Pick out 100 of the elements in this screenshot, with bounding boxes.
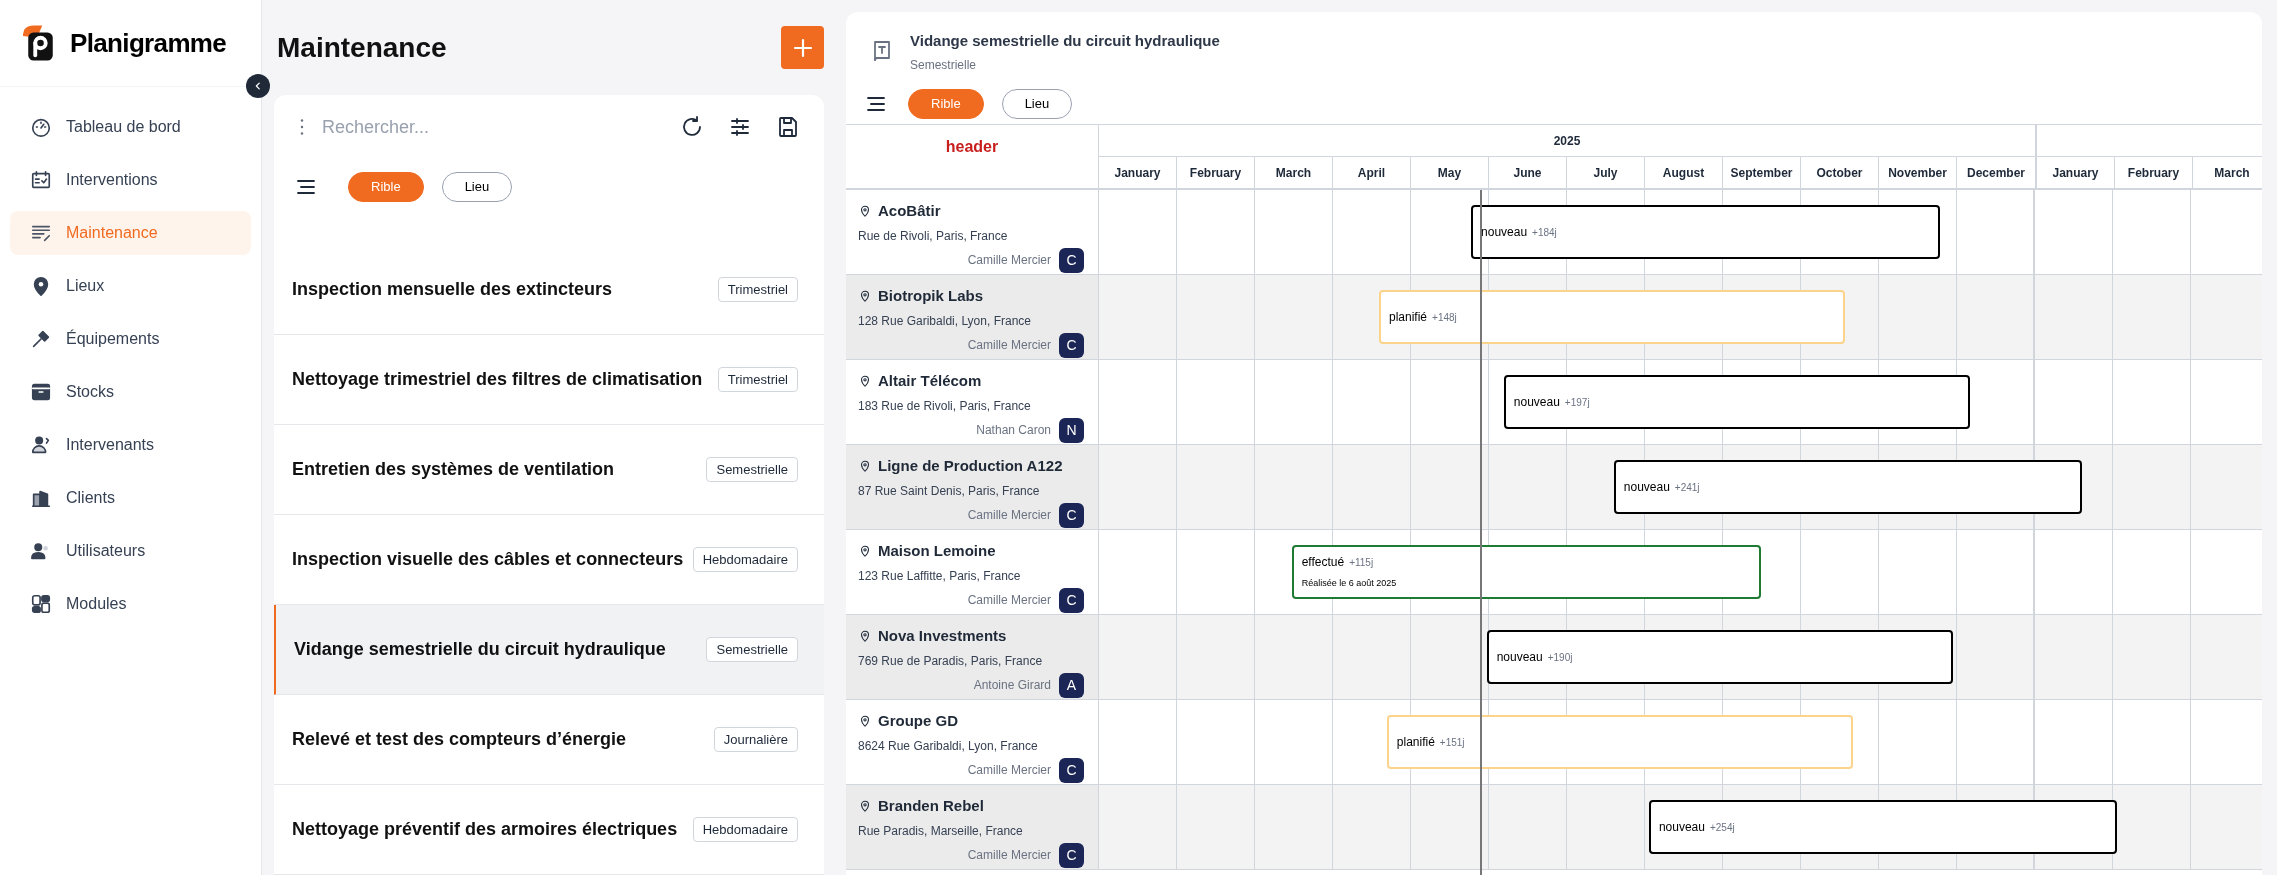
schedule-bar[interactable]: planifié +151j <box>1386 715 1854 769</box>
assignee-name: Camille Mercier <box>967 762 1051 779</box>
schedule-bar[interactable]: effectué +115j Réalisée le 6 août 2025 <box>1291 545 1762 599</box>
location-pin-icon <box>858 374 872 389</box>
month-label: December <box>1967 164 2025 182</box>
nav-item[interactable]: Utilisateurs <box>10 529 251 573</box>
month-label: April <box>1357 164 1386 182</box>
frequency-tag: Semestrielle <box>706 456 798 483</box>
plan-frequency: Semestrielle <box>910 56 978 74</box>
group-chip[interactable]: Lieu <box>1001 89 1073 119</box>
assignee-name: Camille Mercier <box>967 847 1051 864</box>
add-button[interactable] <box>781 26 824 69</box>
month-label: September <box>1730 164 1793 182</box>
nav-item[interactable]: Intervenants <box>10 423 251 467</box>
site-name: Altair Télécom <box>878 371 982 391</box>
location-pin-icon <box>858 289 872 304</box>
site-name: Nova Investments <box>878 626 1007 646</box>
assignee-avatar: C <box>1059 587 1084 613</box>
nav-item[interactable]: Clients <box>10 476 251 520</box>
nav-item[interactable]: Tableau de bord <box>10 105 251 149</box>
location-pin-icon <box>858 204 872 219</box>
month-label: June <box>1513 164 1542 182</box>
site-name: Biotropik Labs <box>878 286 983 306</box>
assignee-avatar: C <box>1059 332 1084 358</box>
nav-item[interactable]: Lieux <box>10 264 251 308</box>
group-chip[interactable]: Lieu <box>441 172 513 202</box>
sliders-icon <box>728 115 752 139</box>
schedule-bar[interactable]: nouveau +190j <box>1486 630 1954 684</box>
site-address: Rue Paradis, Marseille, France <box>858 822 1024 840</box>
assignee-avatar: C <box>1059 757 1084 783</box>
nav-item[interactable]: Modules <box>10 582 251 626</box>
frequency-tag: Trimestriel <box>717 366 798 393</box>
schedule-bar[interactable]: nouveau +254j <box>1648 800 2117 854</box>
location-pin-icon <box>858 629 872 644</box>
collapse-button[interactable] <box>246 74 270 98</box>
assignee-avatar: N <box>1059 417 1084 443</box>
delay-label: +254j <box>1709 821 1735 835</box>
month-label: January <box>1114 164 1161 182</box>
status-label: effectué <box>1301 554 1345 572</box>
month-label: August <box>1662 164 1705 182</box>
chevron-left-icon <box>253 81 263 91</box>
page-title: Maintenance <box>276 30 447 65</box>
assignee-avatar: C <box>1059 502 1084 528</box>
plan-item[interactable]: Nettoyage trimestriel des filtres de climatisation Trimestriel <box>274 335 824 425</box>
site-address: 8624 Rue Garibaldi, Lyon, France <box>858 737 1039 755</box>
assignee-name: Antoine Girard <box>973 677 1051 694</box>
status-label: nouveau <box>1623 479 1670 496</box>
delay-label: +184j <box>1532 226 1557 240</box>
location-pin-icon <box>858 714 872 729</box>
site-address: 128 Rue Garibaldi, Lyon, France <box>858 312 1032 330</box>
frequency-tag: Journalière <box>713 726 798 753</box>
assignee-avatar: A <box>1059 672 1084 698</box>
plan-title: Inspection visuelle des câbles et connecteurs <box>292 548 684 571</box>
calendar-check-icon <box>30 169 52 191</box>
schedule-bar[interactable]: nouveau +197j <box>1503 375 1971 429</box>
status-label: nouveau <box>1481 224 1528 241</box>
plan-item[interactable]: Relevé et test des compteurs d’énergie Journalière <box>274 695 824 785</box>
assignee-name: Nathan Caron <box>976 422 1051 439</box>
month-label: March <box>1275 164 1312 182</box>
status-label: planifié <box>1389 309 1428 326</box>
save-icon <box>776 115 800 139</box>
plan-item[interactable]: Inspection mensuelle des extincteurs Trimestriel <box>274 245 824 335</box>
assignee-avatar: C <box>1059 842 1084 868</box>
status-label: planifié <box>1396 734 1435 751</box>
site-address: 183 Rue de Rivoli, Paris, France <box>858 397 1032 415</box>
nav-item[interactable]: Équipements <box>10 317 251 361</box>
location-pin-icon <box>858 799 872 814</box>
nav-item[interactable]: Stocks <box>10 370 251 414</box>
search-field[interactable]: Rechercher... <box>322 113 668 141</box>
delay-label: +151j <box>1439 736 1465 750</box>
schedule-bar[interactable]: nouveau +184j <box>1471 205 1940 259</box>
site-address: 87 Rue Saint Denis, Paris, France <box>858 482 1041 500</box>
gauge-icon <box>30 116 52 138</box>
assignee-name: Camille Mercier <box>967 592 1051 609</box>
month-label: October <box>1816 164 1863 182</box>
delay-label: +241j <box>1674 481 1700 495</box>
month-label: February <box>2127 164 2180 182</box>
month-label: January <box>2052 164 2099 182</box>
year-label: 2025 <box>1553 132 1581 150</box>
plan-title: Vidange semestrielle du circuit hydraulique <box>294 638 666 661</box>
archive-box-icon <box>30 381 52 403</box>
month-label: July <box>1593 164 1618 182</box>
site-name: Maison Lemoine <box>878 541 996 561</box>
refresh-icon <box>680 115 704 139</box>
plan-item[interactable]: Entretien des systèmes de ventilation Semestrielle <box>274 425 824 515</box>
status-label: nouveau <box>1496 649 1543 666</box>
person-tool-icon <box>30 434 52 456</box>
plan-item[interactable]: Nettoyage préventif des armoires électriques Hebdomadaire <box>274 785 824 875</box>
plan-item[interactable]: Vidange semestrielle du circuit hydraulique Semestrielle <box>274 605 824 695</box>
plan-title: Nettoyage trimestriel des filtres de climatisation <box>292 368 703 391</box>
schedule-bar[interactable]: nouveau +241j <box>1613 460 2082 514</box>
schedule-bar[interactable]: planifié +148j <box>1379 290 1845 344</box>
assignee-name: Camille Mercier <box>967 337 1051 354</box>
site-name: Ligne de Production A122 <box>878 456 1063 476</box>
site-address: 769 Rue de Paradis, Paris, France <box>858 652 1044 670</box>
site-address: Rue de Rivoli, Paris, France <box>858 227 1009 245</box>
nav-item[interactable]: Interventions <box>10 158 251 202</box>
assignee-avatar: C <box>1059 247 1084 273</box>
month-label: February <box>1189 164 1242 182</box>
hammer-icon <box>30 328 52 350</box>
